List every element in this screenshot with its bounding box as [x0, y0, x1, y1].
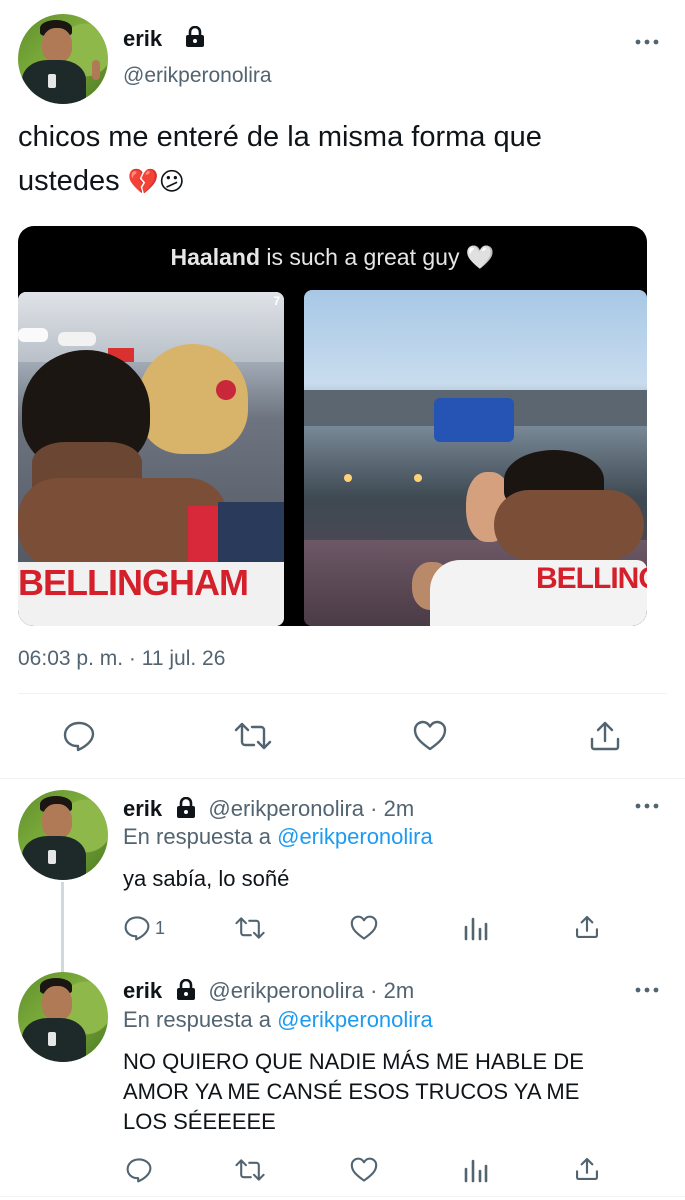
reply-count: 1	[155, 917, 166, 938]
share-icon[interactable]	[584, 716, 626, 756]
analytics-icon[interactable]	[463, 1155, 489, 1185]
author-avatar[interactable]	[18, 14, 108, 104]
lock-icon	[177, 797, 196, 819]
reply-author-name[interactable]: erik	[123, 796, 162, 821]
divider	[18, 693, 667, 694]
tweet-text-line-1: chicos me enteré de la misma forma que	[18, 121, 542, 153]
like-icon[interactable]	[349, 913, 379, 943]
tweet-emoji: 💔😕	[127, 168, 185, 196]
reply-context: En respuesta a @erikperonolira	[123, 824, 433, 850]
analytics-icon[interactable]	[463, 913, 489, 943]
reply-to-link[interactable]: @erikperonolira	[277, 824, 433, 849]
tweet-text-word: ustedes	[18, 165, 120, 197]
tweet-timestamp[interactable]: 06:03 p. m. · 11 jul. 26	[18, 647, 225, 671]
reply-avatar[interactable]	[18, 972, 108, 1062]
author-name[interactable]: erik	[123, 26, 162, 52]
divider	[0, 778, 685, 779]
divider	[0, 1196, 685, 1197]
thread-line	[61, 882, 64, 972]
reply-time[interactable]: · 2m	[370, 796, 414, 821]
reply-icon[interactable]	[125, 1155, 153, 1185]
more-options-icon[interactable]	[634, 982, 660, 1000]
tweet-text-line-2: ustedes 💔😕	[18, 165, 185, 198]
reply-text: ya sabía, lo soñé	[123, 866, 290, 891]
image-left-panel: BELLINGHAM 7	[18, 292, 284, 626]
image-caption-bold: Haaland	[170, 244, 260, 270]
reply-header: erik @erikperonolira · 2m	[123, 796, 414, 823]
tweet-image[interactable]: Haaland is such a great guy 🤍 BELLINGHAM…	[18, 226, 647, 626]
author-handle[interactable]: @erikperonolira	[123, 64, 272, 88]
share-icon[interactable]	[574, 1154, 600, 1184]
retweet-icon[interactable]	[232, 716, 274, 756]
reply-text-line: AMOR YA ME CANSÉ ESOS TRUCOS YA ME	[123, 1079, 580, 1104]
retweet-icon[interactable]	[234, 913, 266, 943]
share-icon[interactable]	[574, 912, 600, 942]
reply-to-link[interactable]: @erikperonolira	[277, 1007, 433, 1032]
retweet-icon[interactable]	[234, 1155, 266, 1185]
image-jersey-right: BELLING	[536, 562, 647, 595]
reply-prefix: En respuesta a	[123, 1007, 271, 1032]
more-options-icon[interactable]	[634, 798, 660, 816]
like-icon[interactable]	[409, 716, 451, 756]
reply-author-name[interactable]: erik	[123, 978, 162, 1003]
more-options-icon[interactable]	[634, 34, 660, 52]
like-icon[interactable]	[349, 1155, 379, 1185]
image-caption-rest: is such a great guy 🤍	[260, 244, 495, 270]
image-overlay-digit: 7	[273, 294, 280, 308]
image-right-panel: BELLING	[304, 290, 647, 626]
reply-icon[interactable]	[58, 716, 100, 756]
reply-icon[interactable]: 1	[123, 913, 165, 943]
reply-time[interactable]: · 2m	[370, 978, 414, 1003]
reply-author-handle[interactable]: @erikperonolira	[208, 978, 364, 1003]
image-jersey-left: BELLINGHAM	[18, 562, 249, 603]
reply-avatar[interactable]	[18, 790, 108, 880]
lock-icon	[177, 979, 196, 1001]
lock-icon	[186, 26, 204, 47]
reply-text-line: LOS SÉEEEEE	[123, 1109, 276, 1134]
reply-text: NO QUIERO QUE NADIE MÁS ME HABLE DE AMOR…	[123, 1047, 584, 1137]
reply-text-line: NO QUIERO QUE NADIE MÁS ME HABLE DE	[123, 1049, 584, 1074]
image-caption: Haaland is such a great guy 🤍	[18, 244, 647, 271]
reply-header: erik @erikperonolira · 2m	[123, 978, 414, 1005]
reply-context: En respuesta a @erikperonolira	[123, 1007, 433, 1033]
reply-author-handle[interactable]: @erikperonolira	[208, 796, 364, 821]
reply-prefix: En respuesta a	[123, 824, 271, 849]
